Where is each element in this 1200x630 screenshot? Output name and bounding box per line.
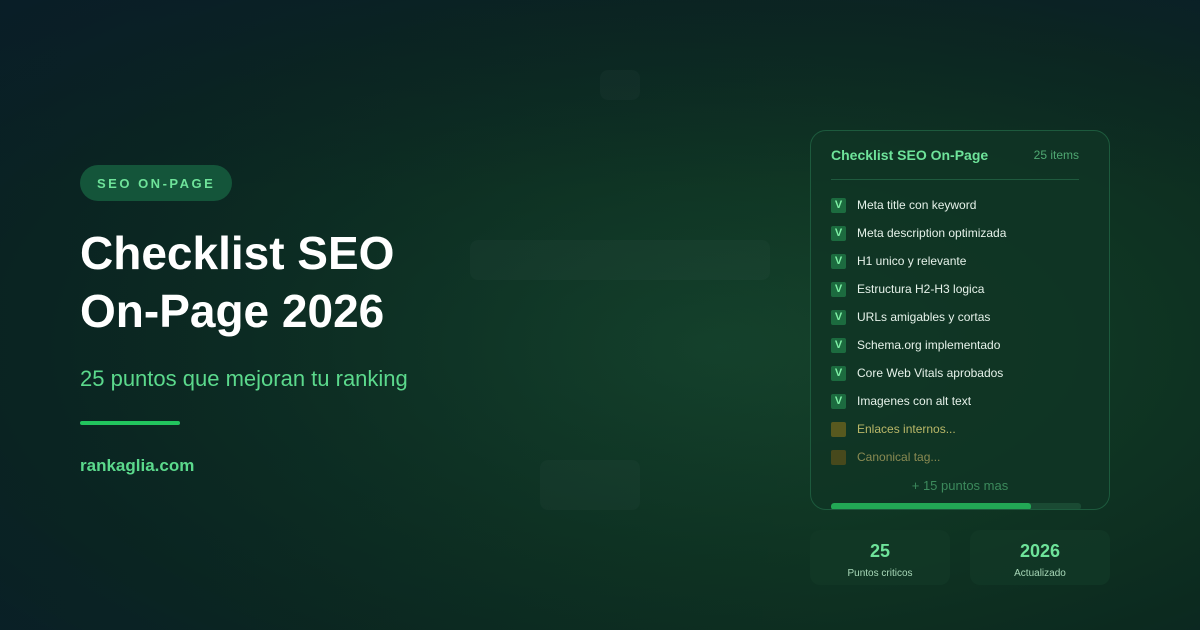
stat-label: Actualizado	[1014, 568, 1066, 579]
page-title: Checklist SEO On-Page 2026	[80, 224, 394, 340]
stat-label: Puntos criticos	[847, 568, 913, 579]
progress-bar	[831, 503, 1081, 509]
checklist-item: V Meta description optimizada	[831, 219, 1089, 247]
site-domain: rankaglia.com	[80, 456, 195, 475]
stat-card-year: 2026 Actualizado	[970, 530, 1110, 585]
check-icon: V	[831, 281, 846, 297]
checklist-item: V Imagenes con alt text	[831, 387, 1089, 415]
checklist-items: V Meta title con keyword V Meta descriptio…	[831, 191, 1089, 471]
check-icon: V	[831, 365, 846, 381]
checklist-item-label: Core Web Vitals aprobados	[857, 366, 1004, 380]
checklist-item-label: Imagenes con alt text	[857, 394, 972, 408]
checklist-item-label: Canonical tag...	[857, 450, 941, 464]
checklist-item-label: Schema.org implementado	[857, 338, 1001, 352]
checklist-title: Checklist SEO On-Page	[831, 147, 989, 163]
stat-card-points: 25 Puntos criticos	[810, 530, 950, 585]
checklist-item-label: Meta title con keyword	[857, 198, 977, 212]
checklist-item: V H1 unico y relevante	[831, 247, 1089, 275]
checklist-item: V Meta title con keyword	[831, 191, 1089, 219]
accent-divider	[80, 421, 180, 425]
checklist-item-label: Meta description optimizada	[857, 226, 1007, 240]
category-badge: SEO ON-PAGE	[80, 165, 233, 201]
checklist-item-label: Enlaces internos...	[857, 422, 956, 436]
checklist-count: 25 items	[1033, 148, 1079, 162]
stat-value: 2026	[1019, 541, 1061, 561]
background-shape	[600, 70, 640, 100]
checklist-item-label: H1 unico y relevante	[857, 254, 967, 268]
empty-checkbox-icon	[831, 449, 846, 465]
checklist-card: Checklist SEO On-Page 25 items V Meta tit…	[810, 130, 1110, 510]
subtitle: 25 puntos que mejoran tu ranking	[80, 366, 408, 391]
check-icon: V	[831, 197, 846, 213]
background-shape	[540, 460, 640, 510]
title-line-1: Checklist SEO	[80, 227, 395, 279]
progress-fill	[831, 503, 1031, 509]
checklist-item-label: URLs amigables y cortas	[857, 310, 991, 324]
empty-checkbox-icon	[831, 421, 846, 437]
check-icon: V	[831, 393, 846, 409]
check-icon: V	[831, 225, 846, 241]
checklist-header: Checklist SEO On-Page 25 items	[831, 131, 1079, 180]
checklist-item: V URLs amigables y cortas	[831, 303, 1089, 331]
check-icon: V	[831, 309, 846, 325]
checklist-item-pending: Canonical tag...	[831, 443, 1089, 471]
checklist-item-pending: Enlaces internos...	[831, 415, 1089, 443]
check-icon: V	[831, 337, 846, 353]
more-items-note: + 15 puntos mas	[911, 478, 1009, 493]
background-shape	[470, 240, 770, 280]
checklist-item: V Schema.org implementado	[831, 331, 1089, 359]
check-icon: V	[831, 253, 846, 269]
checklist-item: V Core Web Vitals aprobados	[831, 359, 1089, 387]
checklist-item-label: Estructura H2-H3 logica	[857, 282, 985, 296]
stat-value: 25	[869, 541, 891, 561]
checklist-item: V Estructura H2-H3 logica	[831, 275, 1089, 303]
title-line-2: On-Page 2026	[80, 285, 385, 337]
